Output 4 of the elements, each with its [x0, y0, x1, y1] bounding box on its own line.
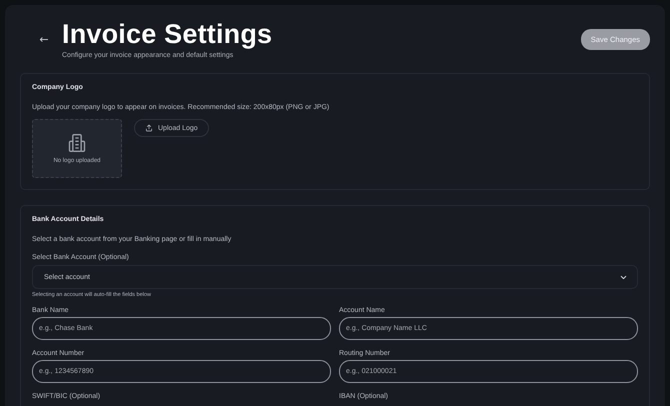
- page-title: Invoice Settings: [62, 19, 274, 49]
- building-icon: [67, 133, 87, 153]
- back-button[interactable]: ←: [36, 33, 52, 46]
- upload-icon: [145, 124, 153, 132]
